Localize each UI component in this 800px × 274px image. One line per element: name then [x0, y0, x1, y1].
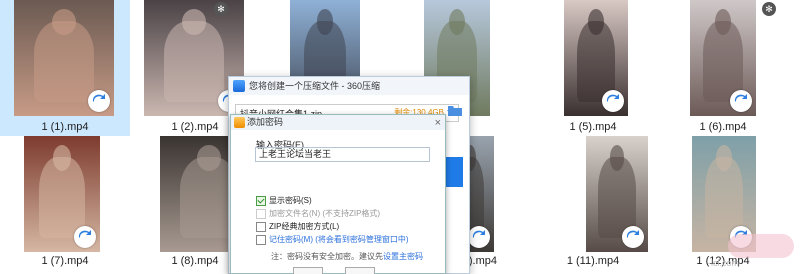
dialog-titlebar[interactable]: 添加密码 × [231, 115, 445, 130]
video-thumbnail[interactable] [24, 136, 100, 252]
primary-action-button[interactable] [443, 157, 463, 187]
add-password-dialog: 添加密码 × 输入密码(E) 上老王论坛当老王 显示密码(S) 加密文件名(N)… [230, 114, 446, 274]
file-name: 1 (1).mp4 [41, 121, 89, 133]
remember-password-checkbox[interactable]: 记住密码(M) (将会看到密码管理窗口中) [256, 234, 409, 246]
video-thumbnail[interactable] [690, 0, 756, 116]
option-label: ZIP经典加密方式(L) [269, 222, 340, 231]
ok-button[interactable] [293, 267, 323, 274]
media-player-icon [602, 90, 624, 112]
archive-app-icon [233, 80, 245, 92]
gear-icon: ✻ [214, 2, 228, 16]
lock-icon [234, 117, 245, 128]
zip-legacy-checkbox[interactable]: ZIP经典加密方式(L) [256, 221, 339, 233]
option-label: 记住密码(M) (将会看到密码管理窗口中) [269, 235, 409, 244]
video-thumbnail[interactable] [586, 136, 648, 252]
close-icon[interactable]: × [435, 116, 441, 131]
file-tile[interactable]: 1 (6).mp4 ✻ [658, 0, 788, 136]
gear-icon: ✻ [762, 2, 776, 16]
video-thumbnail[interactable] [564, 0, 628, 116]
password-input[interactable]: 上老王论坛当老王 [255, 147, 430, 162]
media-player-icon [88, 90, 110, 112]
note-text: 注：密码没有安全加密。建议先 [271, 252, 383, 261]
checkbox [256, 208, 266, 219]
file-tile[interactable]: 1 (7).mp4 [0, 134, 130, 270]
file-tile[interactable]: 1 (11).mp4 [528, 134, 658, 270]
file-tile[interactable]: 1 (1).mp4 [0, 0, 130, 136]
media-player-icon [622, 226, 644, 248]
show-password-checkbox[interactable]: 显示密码(S) [256, 195, 312, 207]
file-name: 1 (5).mp4 [569, 121, 617, 133]
checkbox[interactable] [256, 221, 266, 232]
checkbox[interactable] [256, 234, 266, 245]
file-name: 1 (11).mp4 [566, 255, 620, 267]
option-label: 加密文件名(N) (不支持ZIP格式) [269, 209, 381, 218]
media-player-icon [730, 90, 752, 112]
media-player-icon [468, 226, 490, 248]
watermark-text: -lcl.com [708, 258, 739, 268]
file-tile[interactable]: 1 (5).mp4 [528, 0, 658, 136]
checkbox[interactable] [256, 195, 266, 206]
video-thumbnail[interactable] [14, 0, 114, 116]
option-label: 显示密码(S) [269, 196, 312, 205]
security-note: 注：密码没有安全加密。建议先设置主密码 [271, 251, 423, 262]
encrypt-names-checkbox: 加密文件名(N) (不支持ZIP格式) [256, 208, 380, 220]
folder-icon[interactable] [447, 103, 463, 117]
dialog-title: 您将创建一个压缩文件 - 360压缩 [249, 81, 381, 91]
file-name: 1 (6).mp4 [699, 121, 747, 133]
dialog-titlebar[interactable]: 您将创建一个压缩文件 - 360压缩 [229, 77, 469, 95]
dialog-title: 添加密码 [247, 117, 284, 127]
cancel-button[interactable] [345, 267, 375, 274]
file-name: 1 (7).mp4 [41, 255, 89, 267]
set-master-password-link[interactable]: 设置主密码 [383, 252, 423, 261]
media-player-icon [74, 226, 96, 248]
